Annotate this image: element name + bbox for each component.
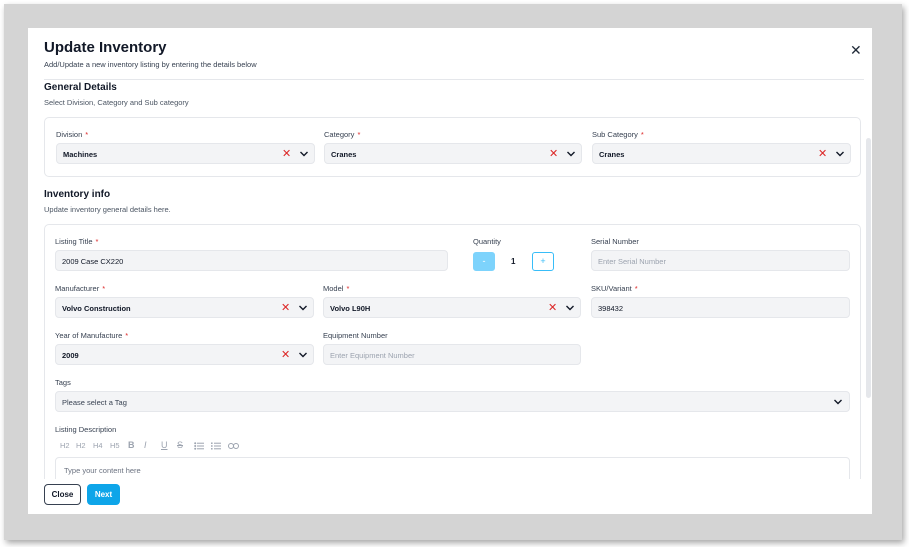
year-value: 2009 <box>62 351 79 360</box>
division-select[interactable]: Machines ✕ <box>56 143 315 164</box>
sku-value: 398432 <box>598 304 624 313</box>
manufacturer-label: Manufacturer * <box>55 284 106 293</box>
year-select[interactable]: 2009 ✕ <box>55 344 314 365</box>
bold-button[interactable]: B <box>128 440 135 450</box>
header-divider <box>44 79 864 80</box>
listing-title-label: Listing Title * <box>55 237 99 246</box>
chevron-down-icon[interactable] <box>835 150 845 158</box>
update-inventory-modal: Update Inventory Add/Update a new invent… <box>28 28 872 514</box>
link-icon[interactable] <box>228 442 239 450</box>
category-value: Cranes <box>331 150 357 159</box>
serial-number-input[interactable]: Enter Serial Number <box>591 250 850 271</box>
division-label: Division * <box>56 130 89 139</box>
modal-footer: Close Next <box>28 479 872 514</box>
inventory-info-subtitle: Update inventory general details here. <box>44 205 171 214</box>
italic-button[interactable]: I <box>144 440 147 450</box>
category-label: Category * <box>324 130 361 139</box>
clear-icon[interactable]: ✕ <box>281 348 290 362</box>
close-icon[interactable]: ✕ <box>850 43 862 57</box>
clear-icon[interactable]: ✕ <box>281 301 290 315</box>
bullet-list-icon[interactable] <box>194 442 204 450</box>
chevron-down-icon[interactable] <box>298 351 308 359</box>
inventory-info-title: Inventory info <box>44 189 111 200</box>
equipment-number-placeholder: Enter Equipment Number <box>330 351 415 360</box>
quantity-decrement-button[interactable]: - <box>473 252 495 271</box>
description-placeholder: Type your content here <box>64 466 141 475</box>
sub-category-label: Sub Category * <box>592 130 644 139</box>
equipment-number-input[interactable]: Enter Equipment Number <box>323 344 581 365</box>
equipment-number-label: Equipment Number <box>323 331 388 340</box>
tags-label: Tags <box>55 378 71 387</box>
ordered-list-icon[interactable] <box>211 442 221 450</box>
model-select[interactable]: Volvo L90H ✕ <box>323 297 581 318</box>
general-details-subtitle: Select Division, Category and Sub catego… <box>44 98 189 107</box>
listing-description-label: Listing Description <box>55 425 117 434</box>
quantity-label: Quantity <box>473 237 501 246</box>
tags-select[interactable]: Please select a Tag <box>55 391 850 412</box>
sub-category-value: Cranes <box>599 150 625 159</box>
sku-input[interactable]: 398432 <box>591 297 850 318</box>
manufacturer-select[interactable]: Volvo Construction ✕ <box>55 297 314 318</box>
next-button[interactable]: Next <box>87 484 120 505</box>
underline-button[interactable]: U <box>161 440 168 450</box>
sku-label: SKU/Variant * <box>591 284 638 293</box>
sub-category-select[interactable]: Cranes ✕ <box>592 143 851 164</box>
year-label: Year of Manufacture * <box>55 331 129 340</box>
chevron-down-icon[interactable] <box>298 304 308 312</box>
model-value: Volvo L90H <box>330 304 371 313</box>
serial-number-placeholder: Enter Serial Number <box>598 257 666 266</box>
chevron-down-icon[interactable] <box>566 150 576 158</box>
heading-2-button[interactable]: H2 <box>60 441 70 450</box>
chevron-down-icon[interactable] <box>565 304 575 312</box>
tags-placeholder: Please select a Tag <box>62 398 127 407</box>
clear-icon[interactable]: ✕ <box>282 147 291 161</box>
general-details-title: General Details <box>44 82 117 93</box>
general-details-card: Division * Machines ✕ Category * Cranes ✕ … <box>44 117 861 177</box>
manufacturer-value: Volvo Construction <box>62 304 131 313</box>
clear-icon[interactable]: ✕ <box>818 147 827 161</box>
close-button[interactable]: Close <box>44 484 81 505</box>
quantity-increment-button[interactable]: + <box>532 252 554 271</box>
clear-icon[interactable]: ✕ <box>548 301 557 315</box>
chevron-down-icon[interactable] <box>833 398 843 406</box>
serial-number-label: Serial Number <box>591 237 639 246</box>
category-select[interactable]: Cranes ✕ <box>324 143 582 164</box>
chevron-down-icon[interactable] <box>299 150 309 158</box>
strikethrough-button[interactable]: S <box>177 440 183 450</box>
quantity-value: 1 <box>511 257 516 266</box>
division-value: Machines <box>63 150 98 159</box>
heading-2-button[interactable]: H2 <box>76 441 86 450</box>
listing-title-input[interactable]: 2009 Case CX220 <box>55 250 448 271</box>
modal-title: Update Inventory <box>44 39 167 56</box>
scrollbar[interactable] <box>866 138 871 398</box>
model-label: Model * <box>323 284 350 293</box>
clear-icon[interactable]: ✕ <box>549 147 558 161</box>
heading-4-button[interactable]: H4 <box>93 441 103 450</box>
modal-subtitle: Add/Update a new inventory listing by en… <box>44 60 257 69</box>
heading-5-button[interactable]: H5 <box>110 441 120 450</box>
listing-title-value: 2009 Case CX220 <box>62 257 124 266</box>
